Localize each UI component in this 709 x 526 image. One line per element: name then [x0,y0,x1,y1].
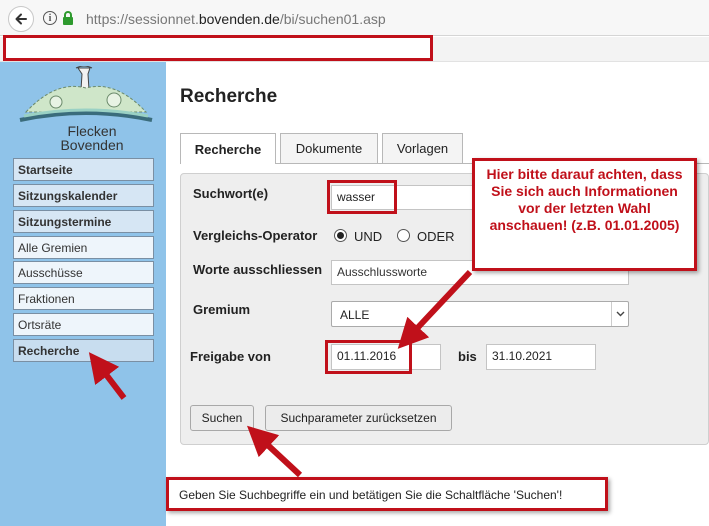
tab-recherche[interactable]: Recherche [180,133,276,164]
tab-dokumente[interactable]: Dokumente [280,133,378,163]
freigabe-to-input[interactable]: 31.10.2021 [486,344,596,370]
chevron-down-icon [611,302,628,326]
lock-icon [63,11,73,25]
radio-oder-label: ODER [417,229,455,244]
gremium-select[interactable]: ALLE [331,301,629,327]
address-field[interactable]: https://sessionnet.bovenden.de/bi/suchen… [86,11,386,27]
bis-label: bis [458,349,477,364]
highlight-suchwort [327,180,397,214]
url-path: /bi/suchen01.asp [279,11,386,27]
operator-label: Vergleichs-Operator [193,228,318,243]
sidebar-item-sitzungstermine[interactable]: Sitzungstermine [13,210,154,233]
info-icon[interactable]: i [43,11,57,25]
radio-oder[interactable] [397,229,410,242]
logo-line-1: Flecken [67,123,117,139]
sidebar-item-ausschuesse[interactable]: Ausschüsse [13,261,154,284]
tab-vorlagen[interactable]: Vorlagen [382,133,463,163]
radio-und-label: UND [354,229,383,244]
sidebar-item-recherche[interactable]: Recherche [13,339,154,362]
browser-url-bar: i https://sessionnet.bovenden.de/bi/such… [0,0,709,36]
callout-wahl-hinweis: Hier bitte darauf achten, dass Sie sich … [472,158,697,271]
search-button[interactable]: Suchen [190,405,254,431]
sidebar-item-startseite[interactable]: Startseite [13,158,154,181]
redacted-toolbar-box [3,35,433,61]
url-prefix: https://sessionnet. [86,11,199,27]
exclude-label: Worte ausschliessen [193,262,323,277]
highlight-freigabe [325,340,412,374]
reset-button[interactable]: Suchparameter zurücksetzen [265,405,452,431]
arrow-left-icon [15,13,27,25]
sidebar-item-alle-gremien[interactable]: Alle Gremien [13,236,154,259]
logo-text: Flecken Bovenden [16,124,168,152]
suchwort-label: Suchwort(e) [193,186,269,201]
logo-line-2: Bovenden [60,137,124,153]
url-domain: bovenden.de [198,11,280,27]
gremium-label: Gremium [193,302,251,317]
page-title: Recherche [180,86,278,107]
back-button[interactable] [8,6,34,32]
radio-und[interactable] [334,229,347,242]
sidebar-item-sitzungskalender[interactable]: Sitzungskalender [13,184,154,207]
sidebar-item-fraktionen[interactable]: Fraktionen [13,287,154,310]
freigabe-label: Freigabe von [190,349,271,364]
sidebar-item-ortsraete[interactable]: Ortsräte [13,313,154,336]
hint-suchen: Geben Sie Suchbegriffe ein und betätigen… [166,477,608,511]
gremium-selected-value: ALLE [340,308,370,322]
